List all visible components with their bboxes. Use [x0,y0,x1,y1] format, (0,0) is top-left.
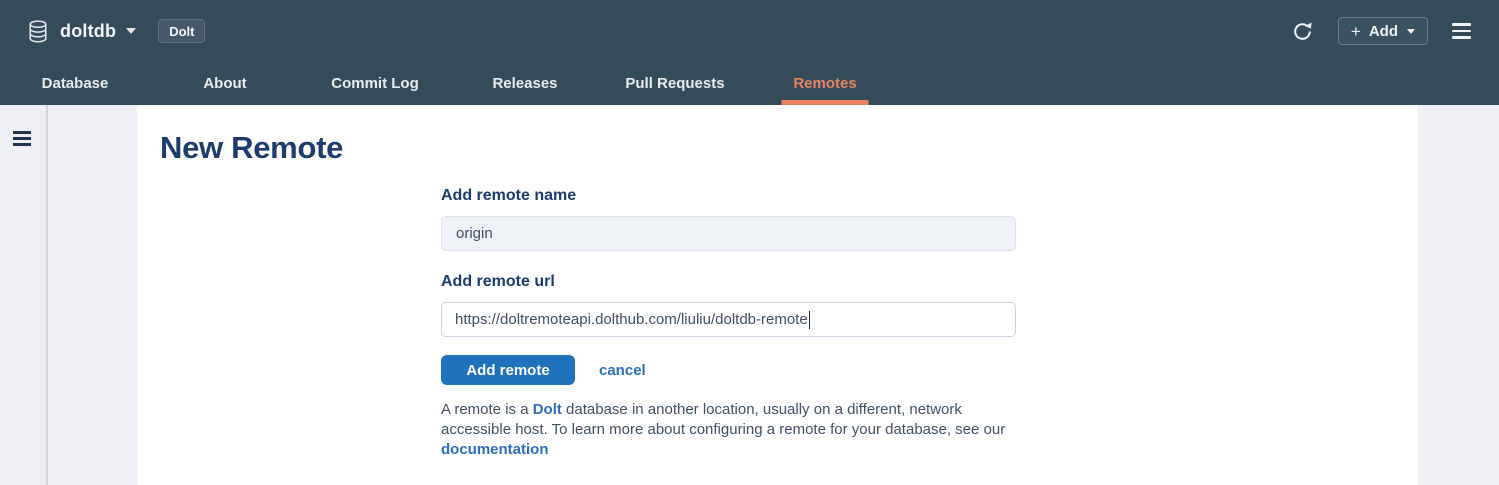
database-icon [28,20,48,43]
page: doltdb Dolt + Add Database About C [0,0,1499,485]
remote-url-input[interactable]: https://doltremoteapi.dolthub.com/liuliu… [441,302,1016,337]
remote-description: A remote is a Dolt database in another l… [441,400,1021,460]
page-title: New Remote [160,130,343,166]
tab-database[interactable]: Database [0,62,150,105]
documentation-link[interactable]: documentation [441,441,549,458]
remote-url-label: Add remote url [441,273,555,291]
remote-name-label: Add remote name [441,187,576,205]
left-rail-divider [46,105,48,485]
plus-icon: + [1351,23,1361,40]
repo-nav: Database About Commit Log Releases Pull … [0,62,1499,105]
chevron-down-icon [126,28,136,34]
tab-pull-requests[interactable]: Pull Requests [600,62,750,105]
add-remote-button[interactable]: Add remote [441,355,575,385]
dolt-badge: Dolt [158,19,205,43]
chevron-down-icon [1407,29,1415,34]
database-selector[interactable]: doltdb Dolt [28,0,205,62]
description-text-1: A remote is a [441,401,533,418]
sidebar-hamburger-icon[interactable] [13,131,31,146]
cancel-link[interactable]: cancel [599,362,646,379]
tab-releases[interactable]: Releases [450,62,600,105]
main-panel: New Remote Add remote name Add remote ur… [137,105,1418,485]
remote-name-input[interactable] [441,216,1016,251]
form-actions: Add remote cancel [441,355,646,385]
add-button-label: Add [1369,23,1398,40]
refresh-icon[interactable] [1291,20,1314,43]
top-bar: doltdb Dolt + Add [0,0,1499,62]
remote-url-value: https://doltremoteapi.dolthub.com/liuliu… [455,311,808,328]
hamburger-menu-icon[interactable] [1452,23,1471,39]
dolt-link[interactable]: Dolt [533,401,562,418]
database-name[interactable]: doltdb [60,21,116,42]
text-cursor [809,311,811,329]
top-bar-actions: + Add [1291,0,1471,62]
tab-remotes[interactable]: Remotes [750,62,900,105]
add-button[interactable]: + Add [1338,17,1428,45]
tab-about[interactable]: About [150,62,300,105]
tab-commit-log[interactable]: Commit Log [300,62,450,105]
